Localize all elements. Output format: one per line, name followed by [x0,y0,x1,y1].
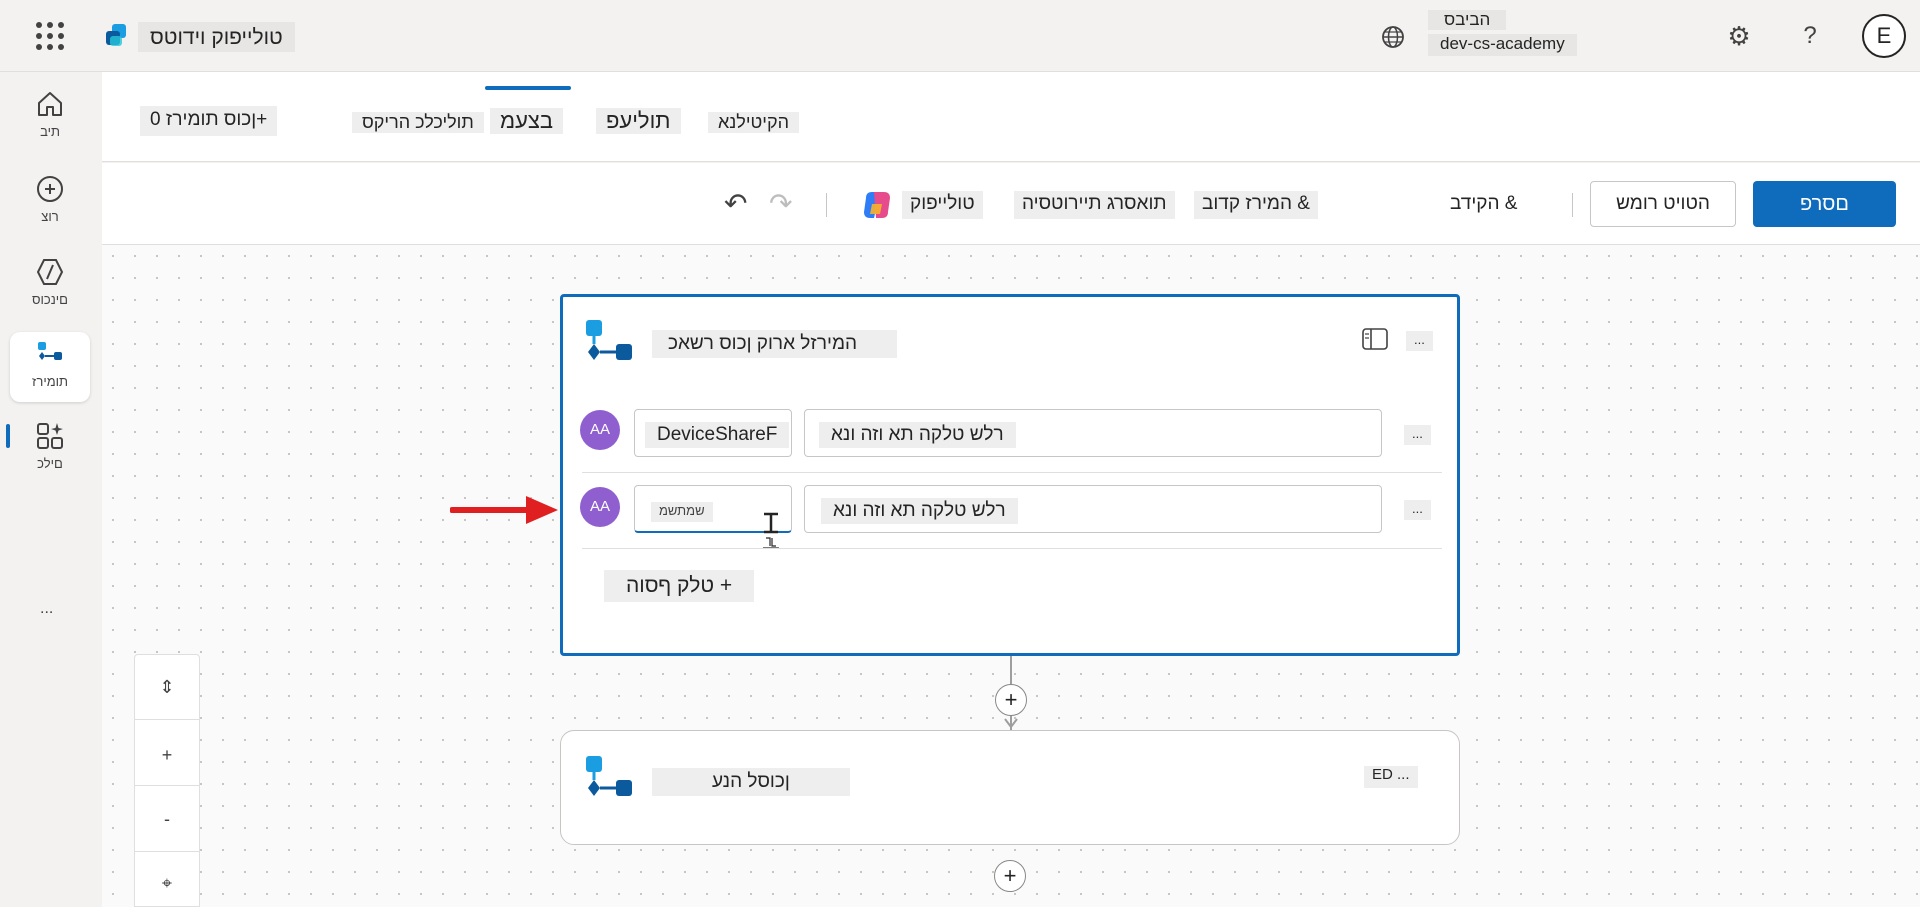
input-type-field[interactable]: DeviceShareF [634,409,792,457]
home-icon [38,92,62,116]
zoom-controls: ⇕ + - ⌖ [134,654,200,907]
user-avatar[interactable]: E [1862,14,1906,58]
annotation-arrow [450,496,558,524]
zoom-in-button[interactable]: + [135,735,199,775]
nav-agents[interactable]: םינכוס [10,250,90,320]
row-divider [582,548,1442,549]
respond-node-icon [586,756,632,796]
nav-flows[interactable]: תומירז [10,332,90,402]
respond-node-title: ןכוסל הנע [652,768,850,796]
text-cursor-icon [763,512,779,549]
copilot-studio-logo [106,24,126,46]
add-step-button[interactable]: + [995,684,1027,716]
redo-icon[interactable]: ↷ [769,187,792,220]
tab-analytics[interactable]: הקיטילנא [708,112,799,133]
solutions-button[interactable]: ןכוס תומירז 0+ [140,106,278,136]
fit-view-icon[interactable]: ⇕ [135,667,199,707]
app-name[interactable]: טולייפוק וידוטס [138,22,295,52]
selected-tab-indicator [485,86,571,90]
tools-icon [37,423,63,449]
tab-designer[interactable]: בצעמ [490,108,564,134]
version-history-button[interactable]: תואסרג תיירוטסיה [1014,191,1175,219]
left-nav-rail: תיב רוצ םינכוס תומירז םילכ ... [0,72,102,907]
toolbar-divider [826,193,827,217]
trigger-node-title: המירזל ארוק ןכוס רשאכ [652,330,898,358]
zoom-out-button[interactable]: - [135,799,199,839]
save-draft-button[interactable]: הטויט רומש [1590,181,1736,227]
side-panel-icon[interactable] [1362,328,1388,350]
input-description-field[interactable]: רלש טלקה תא וזה ונא [804,485,1382,533]
agents-icon [36,259,64,285]
tab-activity[interactable]: תוליעפ [596,108,681,134]
designer-toolbar: ↶ ↷ טולייפוק תואסרג תיירוטסיה המירז קדוב… [102,163,1920,245]
environment-name[interactable]: dev-cs-academy [1428,34,1577,56]
publish-button[interactable]: םסרפ [1753,181,1896,227]
app-launcher-icon[interactable] [36,22,64,50]
nav-tools[interactable]: םילכ [10,414,90,484]
page-header: ןכוס תומירז 0+ תוליכלכ הריקס בצעמ תוליעפ… [102,72,1920,162]
top-bar: טולייפוק וידוטס הביבס dev-cs-academy ⚙ ?… [0,0,1920,72]
toolbar-divider [1572,193,1573,217]
create-icon [37,176,63,202]
connector-arrow-icon [1004,718,1018,729]
row-more-menu[interactable]: ... [1404,500,1431,520]
environment-icon[interactable] [1380,24,1406,50]
row-more-menu[interactable]: ... [1404,425,1431,445]
undo-icon[interactable]: ↶ [724,187,747,220]
copilot-button[interactable]: טולייפוק [902,191,983,219]
node-more-menu[interactable]: ED ... [1364,766,1418,788]
add-input-button[interactable]: טלק ףסוה + [604,570,755,602]
help-icon[interactable]: ? [1796,22,1824,50]
nav-more[interactable]: ... [40,600,53,618]
copilot-icon [864,192,890,218]
input-avatar: AA [580,487,620,527]
add-step-button[interactable]: + [994,860,1026,892]
nav-home[interactable]: תיב [10,82,90,152]
test-check-button[interactable]: הקידב & [1442,191,1526,219]
settings-gear-icon[interactable]: ⚙ [1725,22,1753,50]
node-more-menu[interactable]: ... [1406,331,1433,351]
environment-label: הביבס [1428,10,1507,30]
input-description-field[interactable]: רלש טלקה תא וזה ונא [804,409,1382,457]
row-divider [582,472,1442,473]
recenter-icon[interactable]: ⌖ [135,863,199,903]
flows-icon [38,342,62,360]
flow-checker-button[interactable]: המירז קדוב & [1194,191,1318,219]
tab-overview[interactable]: תוליכלכ הריקס [352,112,484,133]
nav-create[interactable]: רוצ [10,167,90,237]
trigger-node-icon [586,320,632,360]
input-avatar: AA [580,410,620,450]
